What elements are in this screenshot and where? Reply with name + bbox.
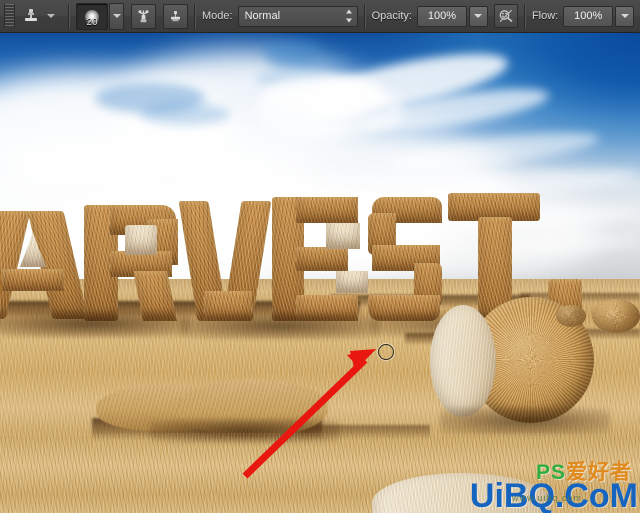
hay-bale-distant <box>592 299 640 333</box>
harvest-photo <box>0 33 640 513</box>
toggle-brush-panel-button[interactable] <box>131 4 156 29</box>
toggle-clone-source-panel-button[interactable] <box>163 4 188 29</box>
document-canvas[interactable]: PS爱好者 UiBQ.CoM www.uibq.com <box>0 33 640 513</box>
flow-input[interactable]: 100% <box>563 6 613 27</box>
opacity-pressure-toggle[interactable] <box>494 4 518 28</box>
tool-preset-chevron-down-icon[interactable] <box>47 14 55 18</box>
chevron-down-icon <box>474 14 482 18</box>
clone-stamp-icon[interactable] <box>19 4 43 28</box>
cloned-pale-patch <box>326 223 360 249</box>
options-divider <box>524 4 526 29</box>
brush-cursor-ring-icon <box>378 344 394 360</box>
tool-options-bar: 20 Mode: Normal <box>0 0 640 33</box>
hay-letter-r-counter <box>125 225 157 255</box>
brush-size-preview[interactable]: 20 <box>76 3 108 30</box>
opacity-input[interactable]: 100% <box>417 6 467 27</box>
hay-bale-large-face <box>430 305 496 417</box>
options-divider <box>364 4 366 29</box>
options-divider <box>194 4 196 29</box>
flow-label: Flow: <box>532 10 558 22</box>
photoshop-window: 20 Mode: Normal <box>0 0 640 513</box>
opacity-label: Opacity: <box>372 10 412 22</box>
blend-mode-select[interactable]: Normal <box>238 6 358 27</box>
blend-mode-value: Normal <box>245 10 280 22</box>
brush-size-value: 20 <box>77 17 107 28</box>
chevron-down-icon <box>621 14 629 18</box>
mode-label: Mode: <box>202 10 233 22</box>
chevron-down-icon <box>113 14 121 18</box>
flow-slider-button[interactable] <box>615 6 634 27</box>
brush-preset-picker-button[interactable] <box>109 3 124 30</box>
up-down-stepper-icon[interactable] <box>346 10 353 23</box>
options-bar-drag-grip[interactable] <box>4 4 15 28</box>
opacity-slider-button[interactable] <box>469 6 488 27</box>
options-divider <box>68 4 70 29</box>
